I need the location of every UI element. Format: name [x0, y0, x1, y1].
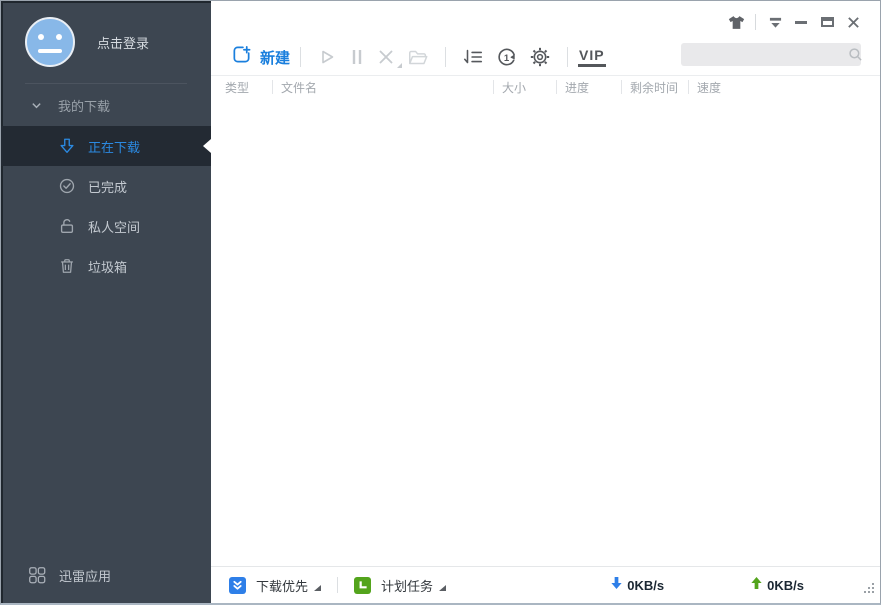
search-box[interactable]: [681, 43, 861, 66]
upload-speed-indicator: 0KB/s: [750, 576, 804, 595]
sidebar: 点击登录 我的下载 正在下载 已完成 私人空间: [1, 1, 211, 603]
svg-text:1: 1: [504, 52, 510, 63]
sidebar-item-private-space[interactable]: 私人空间: [1, 206, 211, 246]
statusbar-separator: [337, 577, 338, 593]
column-header-progress[interactable]: 进度: [557, 76, 621, 98]
column-header-size[interactable]: 大小: [494, 76, 556, 98]
window-controls: [723, 12, 866, 32]
toolbar-separator: [567, 47, 568, 67]
titlebar: [211, 1, 880, 39]
download-list-empty: [211, 98, 880, 566]
login-link[interactable]: 点击登录: [97, 33, 149, 52]
download-priority-icon: [229, 577, 246, 594]
resize-grip[interactable]: [864, 581, 875, 599]
apps-label: 迅雷应用: [59, 566, 111, 585]
sort-button[interactable]: [456, 43, 490, 71]
avatar-eye: [38, 34, 44, 40]
sidebar-spacer: [1, 286, 211, 547]
minimize-button[interactable]: [788, 12, 814, 32]
play-once-button[interactable]: 1: [490, 43, 523, 71]
toolbar-separator: [445, 47, 446, 67]
controls-separator: [755, 14, 756, 30]
chevron-down-icon: [31, 100, 42, 111]
close-button[interactable]: [840, 12, 866, 32]
main-menu-icon[interactable]: [762, 12, 788, 32]
column-header-remaining-time[interactable]: 剩余时间: [622, 76, 688, 98]
new-task-button[interactable]: 新建: [229, 44, 290, 70]
lock-open-icon: [56, 217, 78, 235]
sidebar-section-label: 我的下载: [58, 96, 110, 115]
trash-icon: [56, 257, 78, 275]
profile-section[interactable]: 点击登录: [1, 1, 211, 81]
download-speed-indicator: 0KB/s: [610, 576, 664, 595]
sidebar-item-trash[interactable]: 垃圾箱: [1, 246, 211, 286]
delete-dropdown-icon[interactable]: [397, 63, 402, 68]
scheduled-tasks-icon: [354, 577, 371, 594]
check-circle-icon: [56, 177, 78, 195]
download-arrow-icon: [610, 576, 623, 595]
active-item-notch: [203, 139, 211, 153]
settings-gear-icon[interactable]: [523, 43, 557, 71]
table-header: 类型 文件名 大小 进度 剩余时间 速度: [211, 75, 880, 98]
statusbar: 下载优先 计划任务 0KB/s: [211, 566, 880, 603]
download-priority-button[interactable]: 下载优先: [229, 576, 321, 595]
toolbar-separator: [300, 47, 301, 67]
start-button[interactable]: [311, 43, 343, 71]
sidebar-item-downloading[interactable]: 正在下载: [1, 126, 211, 166]
pause-button[interactable]: [343, 43, 371, 71]
download-icon: [56, 137, 78, 155]
sidebar-item-completed[interactable]: 已完成: [1, 166, 211, 206]
column-header-speed[interactable]: 速度: [689, 76, 880, 98]
column-header-type[interactable]: 类型: [211, 76, 272, 98]
maximize-button[interactable]: [814, 12, 840, 32]
upload-speed-value: 0KB/s: [767, 578, 804, 593]
app-window: 点击登录 我的下载 正在下载 已完成 私人空间: [0, 0, 881, 605]
vip-button[interactable]: VIP: [578, 48, 606, 67]
new-task-icon: [231, 44, 252, 70]
apps-grid-icon: [27, 565, 47, 585]
sidebar-item-label: 正在下载: [88, 137, 140, 156]
dropdown-triangle-icon: [439, 585, 446, 591]
download-speed-value: 0KB/s: [627, 578, 664, 593]
skin-shirt-icon[interactable]: [723, 12, 749, 32]
avatar-eye: [56, 34, 62, 40]
sidebar-item-label: 私人空间: [88, 217, 140, 236]
search-input[interactable]: [681, 43, 848, 66]
scheduled-tasks-button[interactable]: 计划任务: [354, 576, 446, 595]
sidebar-item-label: 已完成: [88, 177, 127, 196]
sidebar-item-apps[interactable]: 迅雷应用: [1, 547, 211, 603]
sidebar-item-label: 垃圾箱: [88, 257, 127, 276]
avatar[interactable]: [25, 17, 75, 67]
scheduled-tasks-label: 计划任务: [381, 576, 433, 595]
download-priority-label: 下载优先: [256, 576, 308, 595]
delete-button[interactable]: [371, 43, 401, 71]
column-header-filename[interactable]: 文件名: [273, 76, 493, 98]
content-area: 新建 1: [211, 1, 880, 603]
search-icon[interactable]: [848, 47, 863, 62]
avatar-mouth: [38, 49, 62, 53]
dropdown-triangle-icon: [314, 585, 321, 591]
new-task-label: 新建: [260, 47, 290, 68]
open-folder-button[interactable]: [401, 43, 435, 71]
upload-arrow-icon: [750, 576, 763, 595]
sidebar-section-my-downloads[interactable]: 我的下载: [1, 84, 211, 126]
